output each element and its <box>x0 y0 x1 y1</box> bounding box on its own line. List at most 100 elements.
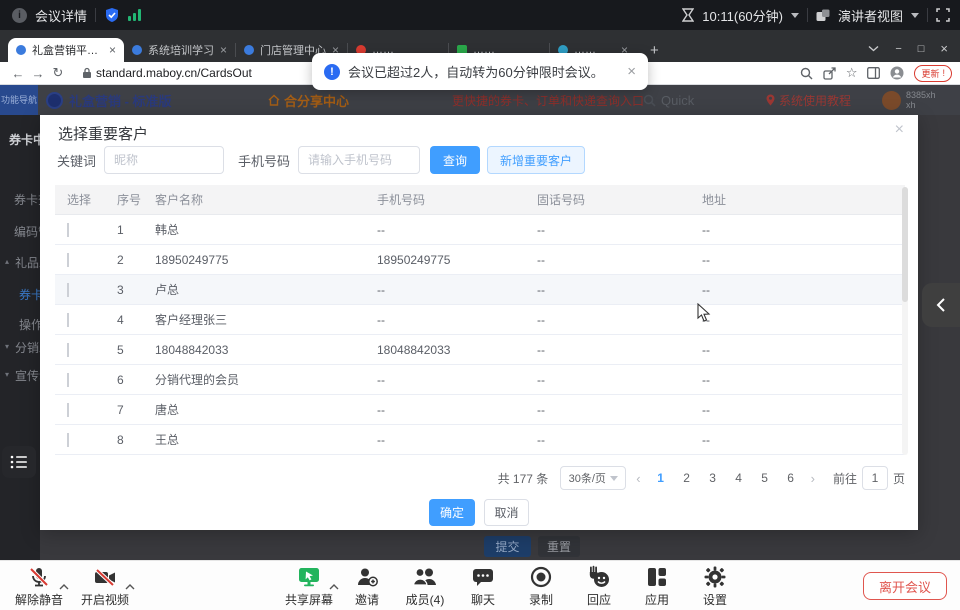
share-icon[interactable] <box>823 67 836 80</box>
add-customer-button[interactable]: 新增重要客户 <box>487 146 585 174</box>
sidebar-item[interactable]: 礼品发 <box>15 254 40 271</box>
quick-search[interactable]: Quick <box>643 93 694 108</box>
reload-icon[interactable]: ↻ <box>48 65 68 81</box>
table-row[interactable]: 7唐总 ------ <box>55 395 905 425</box>
zoom-icon[interactable] <box>800 67 813 80</box>
browser-tab[interactable]: 系统培训学习 × <box>124 38 235 62</box>
sidebar-item[interactable]: 券卡查 <box>14 191 40 208</box>
page-number[interactable]: 1 <box>651 471 671 485</box>
row-checkbox[interactable] <box>67 403 69 417</box>
row-checkbox[interactable] <box>67 433 69 447</box>
chevron-up-icon[interactable] <box>125 584 135 590</box>
table-row[interactable]: 6分销代理的会员 ------ <box>55 365 905 395</box>
window-close-icon[interactable]: × <box>940 41 948 56</box>
page-size-select[interactable]: 30条/页 <box>560 466 626 490</box>
user-account[interactable]: 8385xhxh <box>882 90 936 110</box>
leave-meeting-button[interactable]: 离开会议 <box>863 572 947 600</box>
reactions-button[interactable]: 回应 <box>570 563 628 608</box>
table-row[interactable]: 3卢总 ------ <box>55 275 905 305</box>
meeting-list-toggle[interactable] <box>2 446 36 478</box>
meeting-info-icon[interactable]: i <box>12 8 27 23</box>
table-row[interactable]: 218950249775 18950249775---- <box>55 245 905 275</box>
cancel-button[interactable]: 取消 <box>484 499 529 526</box>
next-page-icon[interactable]: › <box>807 471 819 486</box>
chat-button[interactable]: 聊天 <box>454 563 512 608</box>
row-checkbox[interactable] <box>67 253 69 267</box>
chrome-update-button[interactable]: 更新! <box>914 65 952 82</box>
sidebar-item[interactable]: 宣传动 <box>15 367 40 384</box>
share-center-link[interactable]: 合分享中心 <box>268 91 349 110</box>
sidebar-section-title: 券卡中 <box>9 131 40 148</box>
sidebar-item-active[interactable]: 券卡 <box>19 286 40 303</box>
table-row[interactable]: 1韩总 ------ <box>55 215 905 245</box>
view-mode-label[interactable]: 演讲者视图 <box>838 6 903 25</box>
mobile-input[interactable] <box>298 146 420 174</box>
back-icon[interactable]: ← <box>8 66 28 81</box>
row-checkbox[interactable] <box>67 313 69 327</box>
keyword-input[interactable] <box>104 146 224 174</box>
page-number[interactable]: 2 <box>677 471 697 485</box>
meeting-toast: ! 会议已超过2人，自动转为60分钟限时会议。 × <box>312 53 648 90</box>
tab-close-icon[interactable]: × <box>109 43 116 57</box>
tutorial-link[interactable]: 系统使用教程 <box>766 92 851 109</box>
table-row[interactable]: 518048842033 18048842033---- <box>55 335 905 365</box>
tab-close-icon[interactable]: × <box>220 43 227 57</box>
chevron-left-icon <box>936 297 946 313</box>
site-sidebar: 券卡中 券卡查 编码管 ▴ 礼品发 券卡 操作 ▾ 分销发 ▾ 宣传动 <box>0 115 40 560</box>
lock-icon[interactable] <box>82 67 92 79</box>
table-row[interactable]: 4客户经理张三 ------ <box>55 305 905 335</box>
goto-page-input[interactable] <box>862 466 888 490</box>
sidebar-item[interactable]: 编码管 <box>14 223 40 240</box>
table-row[interactable]: 8王总 ------ <box>55 425 905 455</box>
site-nav-toggle[interactable]: 功能导航 <box>0 85 38 115</box>
invite-button[interactable]: 邀请 <box>338 563 396 608</box>
time-caret-icon[interactable] <box>791 13 799 18</box>
select-customer-modal: 选择重要客户 × 关键词 手机号码 查询 新增重要客户 选择 序号 客户名称 手… <box>40 115 918 530</box>
members-button[interactable]: 成员(4) <box>396 563 454 608</box>
share-screen-button[interactable]: 共享屏幕 <box>280 563 338 608</box>
new-tab-button[interactable]: + <box>650 42 659 59</box>
chevron-up-icon[interactable] <box>59 584 69 590</box>
person-add-icon <box>355 565 379 589</box>
forward-icon[interactable]: → <box>28 66 48 81</box>
modal-close-icon[interactable]: × <box>895 121 904 139</box>
fullscreen-icon[interactable] <box>936 8 950 22</box>
settings-button[interactable]: 设置 <box>686 563 744 608</box>
unmute-button[interactable]: 解除静音 <box>10 563 68 608</box>
tab-favicon <box>132 45 142 55</box>
search-button[interactable]: 查询 <box>430 146 480 174</box>
record-button[interactable]: 录制 <box>512 563 570 608</box>
page-number[interactable]: 5 <box>755 471 775 485</box>
toast-close-icon[interactable]: × <box>627 63 636 80</box>
window-menu-icon[interactable] <box>868 45 879 52</box>
profile-avatar-icon[interactable] <box>890 66 904 80</box>
prev-page-icon[interactable]: ‹ <box>632 471 644 486</box>
chat-icon <box>471 565 495 589</box>
sidebar-item[interactable]: 操作 <box>19 316 40 333</box>
table-scrollbar[interactable] <box>902 187 908 455</box>
confirm-button[interactable]: 确定 <box>429 499 475 526</box>
row-checkbox[interactable] <box>67 283 69 297</box>
browser-tab-active[interactable]: 礼盒营销平台管理中心 × <box>8 38 124 62</box>
page-number[interactable]: 4 <box>729 471 749 485</box>
window-maximize-icon[interactable]: □ <box>918 43 925 55</box>
url-text[interactable]: standard.maboy.cn/CardsOut <box>96 66 252 80</box>
meeting-details-label[interactable]: 会议详情 <box>35 6 87 25</box>
network-signal-icon[interactable] <box>128 9 141 21</box>
meeting-panel-expander[interactable] <box>922 283 960 327</box>
security-shield-icon[interactable] <box>104 7 120 23</box>
bookmark-star-icon[interactable]: ☆ <box>846 65 858 81</box>
window-minimize-icon[interactable]: − <box>895 43 901 55</box>
meeting-topbar: i 会议详情 10:11(60分钟) 演讲者视图 <box>0 0 960 30</box>
page-number[interactable]: 6 <box>781 471 801 485</box>
side-panel-icon[interactable] <box>867 67 880 79</box>
page-number[interactable]: 3 <box>703 471 723 485</box>
view-caret-icon[interactable] <box>911 13 919 18</box>
view-layout-icon[interactable] <box>816 9 830 22</box>
sidebar-item[interactable]: 分销发 <box>15 339 40 356</box>
row-checkbox[interactable] <box>67 373 69 387</box>
start-video-button[interactable]: 开启视频 <box>76 563 134 608</box>
row-checkbox[interactable] <box>67 223 69 237</box>
apps-button[interactable]: 应用 <box>628 563 686 608</box>
row-checkbox[interactable] <box>67 343 69 357</box>
